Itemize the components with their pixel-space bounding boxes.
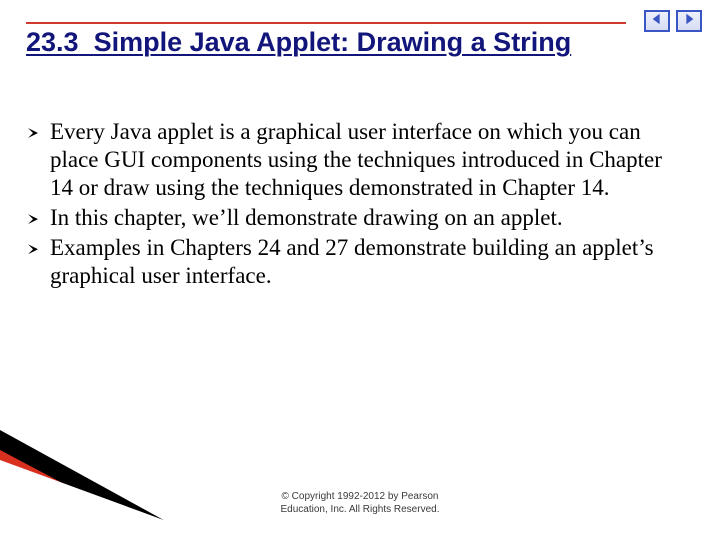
title-rule xyxy=(26,22,626,24)
slide: 23.3 Simple Java Applet: Drawing a Strin… xyxy=(0,0,720,540)
slide-nav xyxy=(644,10,702,32)
prev-slide-button[interactable] xyxy=(644,10,670,32)
copyright-footer: © Copyright 1992-2012 by Pearson Educati… xyxy=(0,491,720,516)
footer-line: © Copyright 1992-2012 by Pearson xyxy=(0,491,720,504)
bullet-text: Every Java applet is a graphical user in… xyxy=(50,119,662,200)
bullet-text: Examples in Chapters 24 and 27 demonstra… xyxy=(50,235,654,288)
corner-decoration-icon xyxy=(0,430,240,540)
footer-line: Education, Inc. All Rights Reserved. xyxy=(0,504,720,517)
arrow-right-icon xyxy=(682,12,696,31)
title-block: 23.3 Simple Java Applet: Drawing a Strin… xyxy=(26,22,626,58)
bullet-list: Every Java applet is a graphical user in… xyxy=(50,118,680,292)
list-item: Examples in Chapters 24 and 27 demonstra… xyxy=(50,234,680,290)
bullet-text: In this chapter, we’ll demonstrate drawi… xyxy=(50,205,563,230)
section-number: 23.3 xyxy=(26,27,79,57)
arrow-left-icon xyxy=(650,12,664,31)
page-title: 23.3 Simple Java Applet: Drawing a Strin… xyxy=(26,26,626,58)
list-item: Every Java applet is a graphical user in… xyxy=(50,118,680,202)
next-slide-button[interactable] xyxy=(676,10,702,32)
title-text: Simple Java Applet: Drawing a String xyxy=(94,27,572,57)
list-item: In this chapter, we’ll demonstrate drawi… xyxy=(50,204,680,232)
